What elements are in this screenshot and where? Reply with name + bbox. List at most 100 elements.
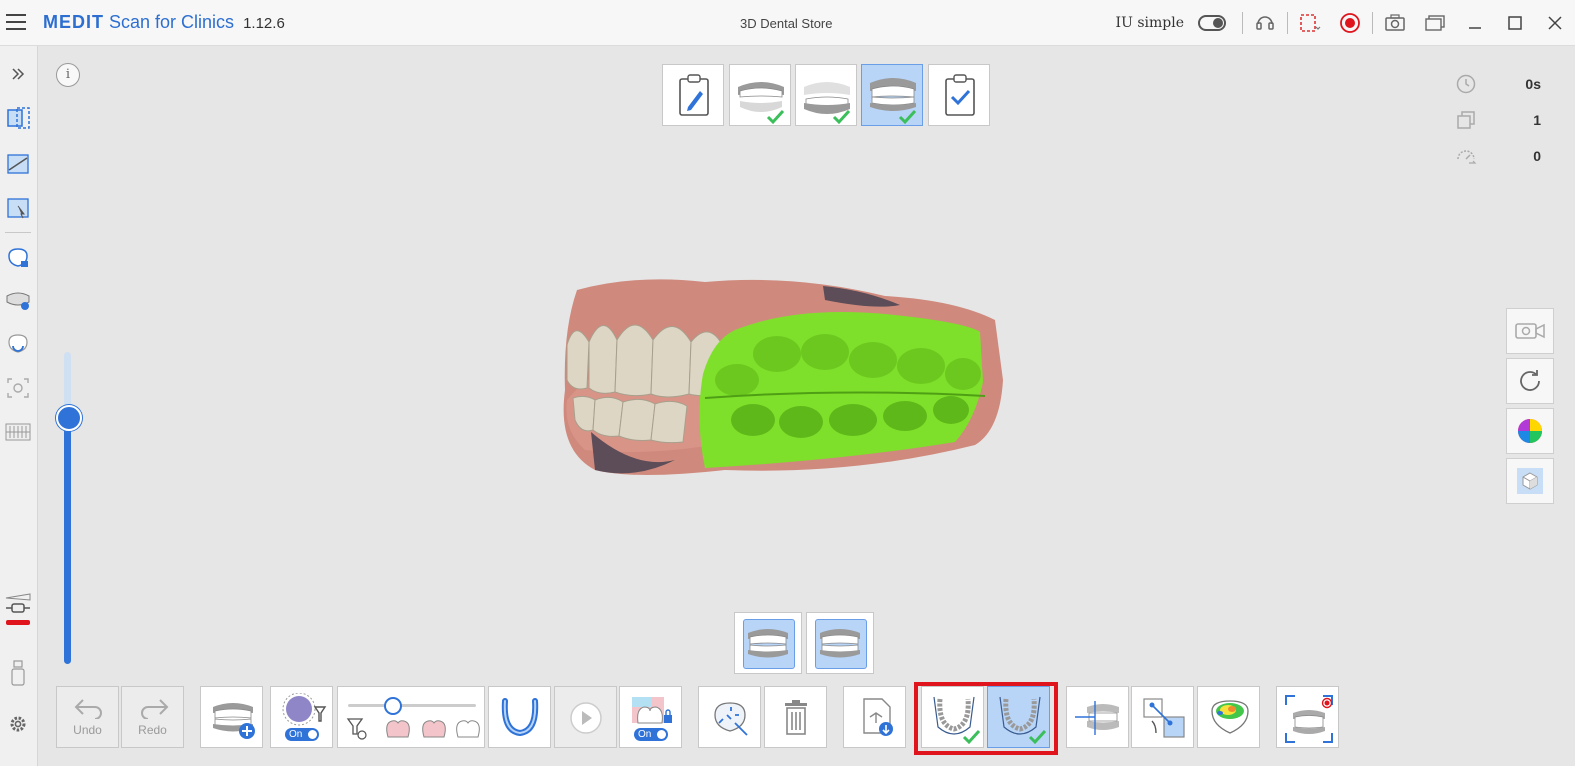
ai-scan-button[interactable]	[698, 686, 761, 748]
mode-toggle[interactable]	[1198, 14, 1226, 31]
select-trim-icon[interactable]	[4, 194, 32, 222]
dental-3d-model[interactable]	[555, 270, 1015, 485]
stage-mandible[interactable]	[795, 64, 857, 126]
video-camera-button[interactable]	[1506, 308, 1554, 354]
heatmap-icon	[1211, 700, 1249, 734]
shot-count: 1	[1533, 112, 1541, 128]
redo-button[interactable]: Redo	[121, 686, 184, 748]
info-icon[interactable]: i	[56, 63, 80, 87]
remove-teeth-icon[interactable]	[4, 286, 32, 314]
export-file-icon	[863, 698, 893, 736]
occlusion-left-icon	[748, 629, 788, 658]
arch-view-button[interactable]	[488, 686, 551, 748]
data-count: 0	[1533, 148, 1541, 164]
camera-icon[interactable]	[1383, 11, 1407, 35]
divider	[1242, 11, 1243, 34]
title-bar: MEDIT Scan for Clinics 1.12.6 3D Dental …	[0, 0, 1575, 46]
manual-align-button[interactable]	[1131, 686, 1194, 748]
record-icon[interactable]	[1338, 11, 1362, 35]
play-button[interactable]	[554, 686, 617, 748]
device-icon[interactable]	[4, 660, 32, 688]
expand-icon[interactable]	[4, 60, 32, 88]
occlusion-teeth-icon	[870, 78, 917, 125]
stage-complete[interactable]	[928, 64, 990, 126]
rotate-view-button[interactable]	[1506, 358, 1554, 404]
filter-icon	[282, 693, 327, 726]
filter-toggle-button[interactable]: On	[270, 686, 333, 748]
clipboard-check-icon	[945, 74, 975, 116]
divider	[1287, 11, 1288, 34]
ai-tooth-icon	[714, 702, 748, 736]
mandible-teeth-icon	[804, 82, 851, 125]
occlusion-align-icon	[1075, 701, 1119, 735]
headset-icon[interactable]	[1253, 11, 1277, 35]
rotate-icon	[1520, 370, 1540, 391]
undo-label: Undo	[73, 723, 102, 737]
maxilla-teeth-icon	[738, 82, 785, 125]
filter-slider-handle[interactable]	[384, 697, 402, 715]
lock-gum-icon	[632, 697, 672, 724]
play-icon	[570, 702, 602, 734]
export-button[interactable]	[843, 686, 906, 748]
clock-icon	[1455, 73, 1477, 95]
video-camera-icon	[1515, 323, 1545, 339]
store-link[interactable]: 3D Dental Store	[740, 16, 833, 31]
undo-icon	[74, 699, 102, 719]
capture-model-button[interactable]	[1276, 686, 1339, 748]
close-icon[interactable]	[1541, 11, 1569, 35]
divider	[1372, 11, 1373, 34]
color-wheel-icon	[1518, 419, 1542, 443]
cube-icon	[1517, 468, 1543, 494]
left-sidebar	[0, 46, 38, 766]
capture-area-icon[interactable]	[4, 374, 32, 402]
highlight-box	[914, 682, 1058, 755]
occlusion-view-left-button[interactable]	[734, 612, 802, 674]
trash-icon	[785, 700, 807, 735]
copy-icon	[1455, 109, 1477, 131]
filter-level-icons	[346, 718, 480, 740]
arch-icon	[501, 698, 539, 737]
color-mode-button[interactable]	[1506, 408, 1554, 454]
refresh-scan-icon[interactable]	[4, 330, 32, 358]
area-select-icon[interactable]	[4, 104, 32, 132]
stage-maxilla[interactable]	[729, 64, 791, 126]
delete-button[interactable]	[764, 686, 827, 748]
lock-area-icon[interactable]	[4, 244, 32, 272]
occlusion-view-right-button[interactable]	[806, 612, 874, 674]
teeth-grid-icon[interactable]	[4, 418, 32, 446]
lock-toggle-button[interactable]: On	[619, 686, 682, 748]
menu-icon[interactable]	[6, 14, 26, 30]
mode-label: IU simple	[1115, 14, 1184, 31]
scanner-tip-icon[interactable]	[4, 593, 32, 626]
depth-slider-handle[interactable]	[56, 405, 82, 431]
stage-prescription-edit[interactable]	[662, 64, 724, 126]
filter-slider-track[interactable]	[348, 704, 476, 707]
add-teeth-icon	[213, 703, 255, 739]
clipboard-edit-icon	[679, 74, 709, 116]
occlusion-right-icon	[820, 629, 860, 658]
maximize-icon[interactable]	[1501, 11, 1529, 35]
minimize-icon[interactable]	[1461, 11, 1489, 35]
heatmap-button[interactable]	[1197, 686, 1260, 748]
app-title: MEDIT Scan for Clinics 1.12.6	[43, 12, 285, 33]
gallery-icon[interactable]	[1423, 11, 1447, 35]
filter-level-panel	[337, 686, 485, 748]
undo-button[interactable]: Undo	[56, 686, 119, 748]
depth-slider-fill	[64, 416, 71, 664]
app-version: 1.12.6	[243, 15, 285, 32]
occlusion-align-button[interactable]	[1066, 686, 1129, 748]
add-scan-button[interactable]	[200, 686, 263, 748]
lock-on-pill[interactable]: On	[634, 728, 668, 741]
solid-view-button[interactable]	[1506, 458, 1554, 504]
manual-align-icon	[1143, 698, 1185, 738]
speed-icon	[1455, 145, 1477, 167]
redo-icon	[141, 699, 169, 719]
stage-occlusion[interactable]	[861, 64, 923, 126]
app-name: Scan for Clinics	[109, 12, 235, 32]
trim-icon[interactable]	[4, 150, 32, 178]
filter-on-pill[interactable]: On	[285, 728, 319, 741]
gear-icon[interactable]	[4, 710, 32, 738]
screen-record-area-icon[interactable]	[1298, 11, 1322, 35]
scan-time: 0s	[1525, 76, 1541, 92]
brand-name: MEDIT	[43, 12, 104, 32]
